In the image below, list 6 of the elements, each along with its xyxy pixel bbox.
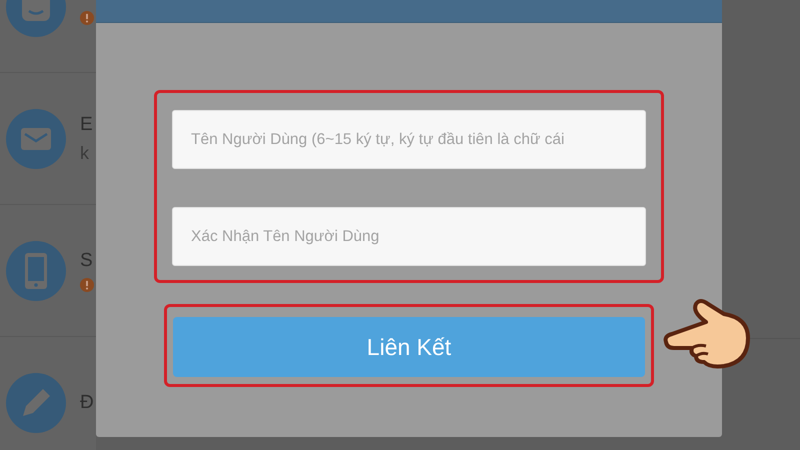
envelope-icon — [6, 108, 66, 168]
pencil-icon — [6, 372, 66, 432]
input-field[interactable]: Xác Nhận Tên Người Dùng — [172, 207, 646, 266]
phone-icon — [6, 240, 66, 300]
link-button[interactable]: Liên Kết — [173, 317, 645, 377]
input-field[interactable]: Tên Người Dùng (6~15 ký tự, ký tự đầu tiên là chữ cái — [172, 110, 646, 169]
